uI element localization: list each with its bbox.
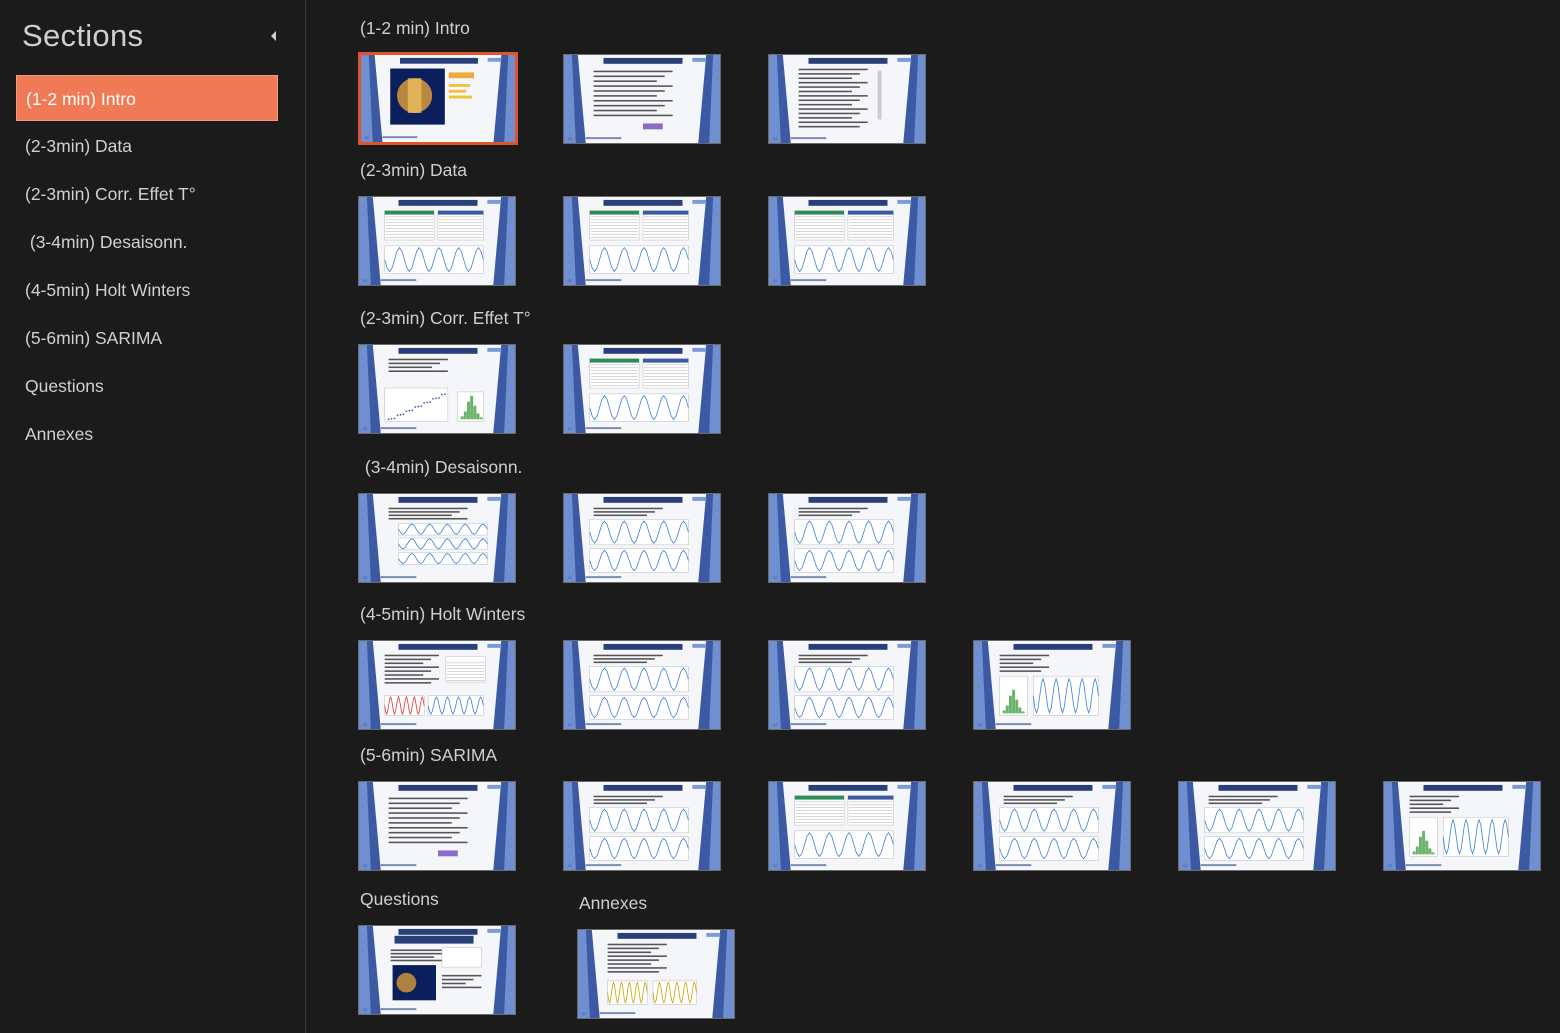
svg-text:02: 02 [363,863,367,868]
svg-text:02: 02 [568,426,572,431]
slide-preview: 02 [769,641,925,729]
slide-thumbnail[interactable]: 02 [768,493,926,583]
slide-thumbnail[interactable]: 02 [358,925,516,1015]
sidebar-item-intro[interactable]: (1-2 min) Intro [16,75,278,121]
svg-text:02: 02 [365,135,369,140]
section-header[interactable]: (5-6min) SARIMA [360,745,497,766]
svg-text:02: 02 [568,722,572,727]
section-header[interactable]: (4-5min) Holt Winters [360,604,525,625]
slide-thumbnail[interactable]: 02 [358,493,516,583]
slide-preview: 02 [1384,782,1540,870]
slide-preview: 02 [359,782,515,870]
svg-text:02: 02 [582,1011,586,1016]
slide-preview: 02 [1179,782,1335,870]
slide-thumbnail[interactable]: 02 [1383,781,1541,871]
slide-thumbnail[interactable]: 02 [577,929,735,1019]
slide-thumbnail[interactable]: 02 [563,640,721,730]
slide-thumbnail[interactable]: 02 [563,781,721,871]
sidebar-item-holt-winters[interactable]: (4-5min) Holt Winters [16,267,278,313]
svg-text:02: 02 [773,278,777,283]
slide-thumbnail[interactable]: 02 [973,640,1131,730]
section-header[interactable]: (2-3min) Data [360,160,467,181]
slide-preview: 02 [359,926,515,1014]
slide-thumbnail[interactable]: 02 [1178,781,1336,871]
slide-preview: 02 [359,345,515,433]
slide-preview: 02 [564,197,720,285]
section-header[interactable]: (1-2 min) Intro [360,18,470,39]
slide-thumbnail[interactable]: 02 [973,781,1131,871]
slide-thumbnail[interactable]: 02 [768,196,926,286]
slide-sorter: (1-2 min) Intro 02 02 02 (2-3min) Data 0… [307,0,1560,1033]
slide-preview: 02 [564,55,720,143]
sidebar-item-annexes[interactable]: Annexes [16,411,278,457]
slide-thumbnail[interactable]: 02 [358,52,518,145]
section-header[interactable]: Questions [360,889,439,910]
slide-thumbnail[interactable]: 02 [358,640,516,730]
slide-preview: 02 [564,641,720,729]
chevron-left-icon [271,31,276,41]
svg-text:02: 02 [1388,863,1392,868]
slide-thumbnail[interactable]: 02 [358,781,516,871]
svg-text:02: 02 [978,722,982,727]
slide-preview: 02 [359,494,515,582]
slide-preview: 02 [974,641,1130,729]
slide-preview: 02 [578,930,734,1018]
slide-preview: 02 [769,197,925,285]
svg-text:02: 02 [363,426,367,431]
sidebar-item-questions[interactable]: Questions [16,363,278,409]
svg-text:02: 02 [773,575,777,580]
svg-text:02: 02 [363,278,367,283]
collapse-sidebar-button[interactable] [264,26,284,46]
sidebar-title: Sections [22,18,144,53]
svg-text:02: 02 [568,575,572,580]
sidebar-item-desaisonn[interactable]: (3-4min) Desaisonn. [16,219,278,265]
slide-preview: 02 [974,782,1130,870]
slide-thumbnail[interactable]: 02 [768,640,926,730]
svg-text:02: 02 [773,863,777,868]
slide-thumbnail[interactable]: 02 [563,196,721,286]
sections-sidebar: Sections (1-2 min) Intro (2-3min) Data (… [0,0,306,1033]
slide-preview: 02 [359,197,515,285]
slide-preview: 02 [361,55,515,142]
slide-thumbnail[interactable]: 02 [358,196,516,286]
svg-text:02: 02 [363,1007,367,1012]
svg-text:02: 02 [568,136,572,141]
svg-text:02: 02 [773,136,777,141]
slide-thumbnail[interactable]: 02 [768,54,926,144]
slide-thumbnail[interactable]: 02 [563,493,721,583]
svg-text:02: 02 [363,575,367,580]
slide-preview: 02 [564,782,720,870]
sidebar-item-sarima[interactable]: (5-6min) SARIMA [16,315,278,361]
slide-thumbnail[interactable]: 02 [563,54,721,144]
svg-text:02: 02 [1183,863,1187,868]
sidebar-item-corr-effet[interactable]: (2-3min) Corr. Effet T° [16,171,278,217]
slide-thumbnail[interactable]: 02 [358,344,516,434]
slide-preview: 02 [564,494,720,582]
slide-preview: 02 [359,641,515,729]
slide-preview: 02 [769,55,925,143]
svg-text:02: 02 [773,722,777,727]
slide-preview: 02 [564,345,720,433]
slide-preview: 02 [769,782,925,870]
svg-text:02: 02 [978,863,982,868]
svg-text:02: 02 [363,722,367,727]
slide-thumbnail[interactable]: 02 [563,344,721,434]
slide-preview: 02 [769,494,925,582]
svg-text:02: 02 [568,278,572,283]
section-header[interactable]: Annexes [579,893,647,914]
section-header[interactable]: (2-3min) Corr. Effet T° [360,308,531,329]
section-header[interactable]: (3-4min) Desaisonn. [360,457,523,478]
svg-text:02: 02 [568,863,572,868]
sidebar-item-data[interactable]: (2-3min) Data [16,123,278,169]
slide-thumbnail[interactable]: 02 [768,781,926,871]
